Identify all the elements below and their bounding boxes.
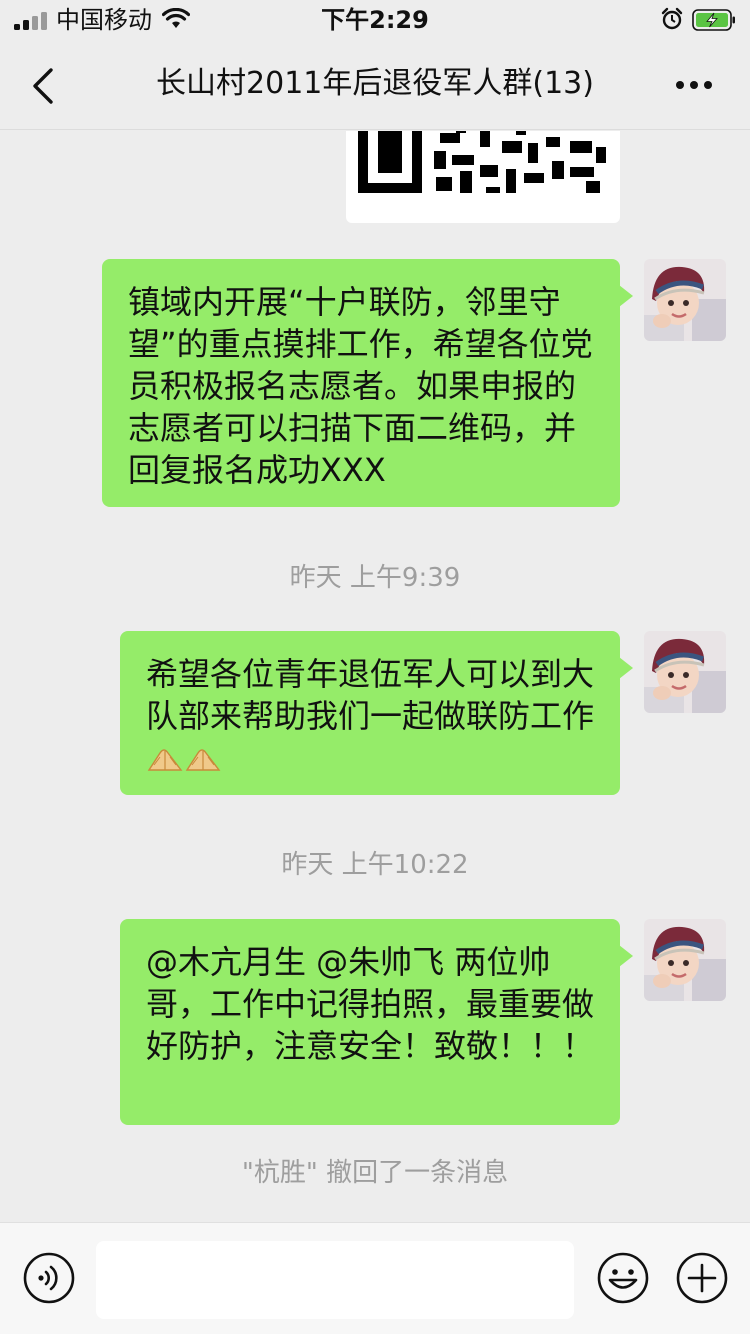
recall-notice: "杭胜" 撤回了一条消息: [241, 1158, 509, 1188]
input-bar: [0, 1222, 750, 1334]
chat-header: 长山村2011年后退役军人群(13): [0, 40, 750, 130]
chat-screen: 中国移动 下午2:29 长山村2011年后退役军人群(13) 镇域内开展“十户联…: [0, 0, 750, 1334]
message-bubble[interactable]: 希望各位青年退伍军人可以到大队部来帮助我们一起做联防工作: [120, 631, 633, 795]
message-text: 希望各位青年退伍军人可以到大队部来帮助我们一起做联防工作: [146, 655, 595, 735]
baby-avatar-image: [644, 919, 726, 1001]
qr-code-image-message[interactable]: [346, 131, 620, 223]
avatar[interactable]: [644, 259, 726, 341]
avatar[interactable]: [644, 631, 726, 713]
alarm-clock-icon: [661, 7, 683, 30]
more-options-button[interactable]: [670, 70, 718, 100]
emoji-icon[interactable]: [596, 1251, 650, 1305]
message-timestamp: 昨天 上午10:22: [281, 850, 469, 880]
message-input[interactable]: [96, 1241, 574, 1319]
voice-icon[interactable]: [22, 1251, 76, 1305]
message-list[interactable]: 镇域内开展“十户联防，邻里守望”的重点摸排工作，希望各位党员积极报名志愿者。如果…: [0, 131, 750, 1222]
battery-charging-icon: [692, 9, 735, 31]
qr-code-icon: [356, 131, 610, 203]
baby-avatar-image: [644, 259, 726, 341]
message-bubble[interactable]: @木亢月生 @朱帅飞 两位帅哥，工作中记得拍照，最重要做好防护，注意安全！致敬！…: [120, 919, 633, 1125]
plus-icon[interactable]: [675, 1251, 729, 1305]
avatar[interactable]: [644, 919, 726, 1001]
back-button[interactable]: [24, 64, 64, 108]
status-bar: 中国移动 下午2:29: [0, 0, 750, 40]
folded-hands-icon: [185, 749, 221, 771]
message-timestamp: 昨天 上午9:39: [289, 563, 461, 593]
status-time: 下午2:29: [321, 6, 429, 34]
folded-hands-icon: [147, 749, 183, 771]
baby-avatar-image: [644, 631, 726, 713]
message-bubble[interactable]: 镇域内开展“十户联防，邻里守望”的重点摸排工作，希望各位党员积极报名志愿者。如果…: [102, 259, 633, 507]
chat-title: 长山村2011年后退役军人群(13): [156, 66, 594, 101]
